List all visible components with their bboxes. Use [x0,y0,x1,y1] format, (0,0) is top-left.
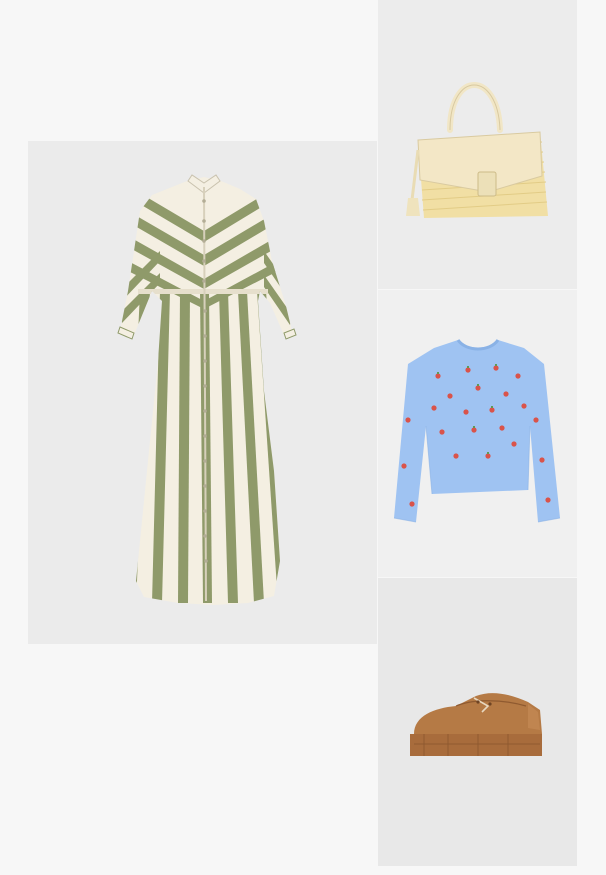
striped-shirt-dress-image [117,174,297,605]
product-tile-dress[interactable]: striped-shirt-dress-image [28,141,377,644]
outfit-collage: striped-shirt-dress-image straw-handbag-… [0,0,606,875]
straw-handbag-image [406,82,548,218]
product-tile-sweater[interactable]: strawberry-sweater-image [378,290,577,577]
strawberry-sweater-image [393,339,561,523]
brown-loafer-image [410,693,542,756]
product-tile-shoe[interactable]: brown-loafer-image [378,578,577,866]
product-tile-bag[interactable]: straw-handbag-image [378,0,577,289]
